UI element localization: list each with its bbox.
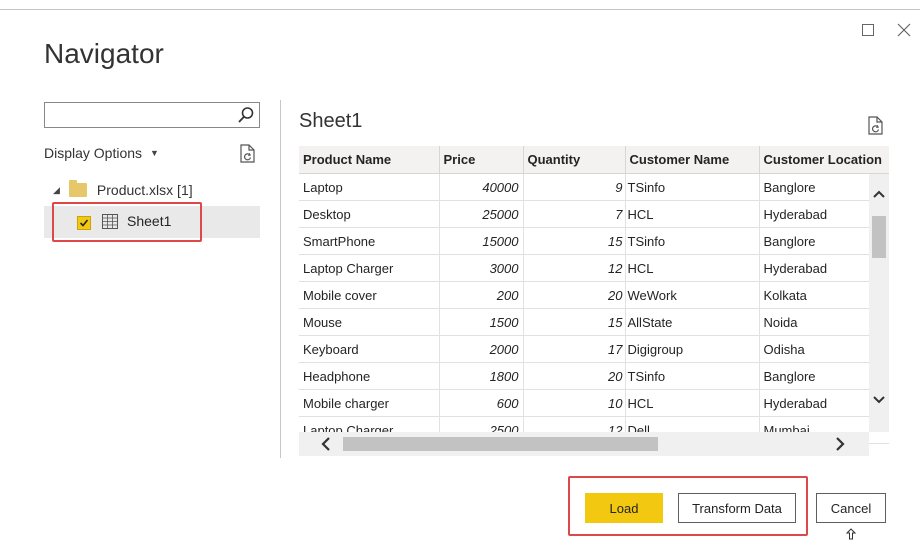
vertical-scrollbar[interactable] bbox=[869, 174, 889, 432]
table-row: Laptop Charger 3000 12 HCL Hyderabad bbox=[299, 254, 889, 282]
table-cell: 17 bbox=[523, 335, 626, 363]
table-header-row: Product Name Price Quantity Customer Nam… bbox=[299, 146, 889, 174]
table-cell: 10 bbox=[523, 389, 626, 417]
table-row: Headphone 1800 20 TSinfo Banglore bbox=[299, 362, 889, 390]
table-cell: 25000 bbox=[439, 200, 524, 228]
preview-table: Product Name Price Quantity Customer Nam… bbox=[299, 146, 889, 444]
horizontal-scrollbar[interactable] bbox=[299, 432, 869, 456]
table-cell: TSinfo bbox=[625, 173, 760, 201]
column-header: Price bbox=[439, 146, 524, 174]
tree-item-sheet1[interactable]: Sheet1 bbox=[44, 206, 260, 238]
refresh-preview-icon[interactable] bbox=[867, 116, 885, 136]
table-row: Mobile cover 200 20 WeWork Kolkata bbox=[299, 281, 889, 309]
horizontal-scroll-thumb[interactable] bbox=[343, 437, 658, 451]
table-row: Mobile charger 600 10 HCL Hyderabad bbox=[299, 389, 889, 417]
preview-table-container[interactable]: Product Name Price Quantity Customer Nam… bbox=[299, 146, 889, 458]
table-cell: 12 bbox=[523, 254, 626, 282]
table-cell: 15 bbox=[523, 227, 626, 255]
table-cell: HCL bbox=[625, 200, 760, 228]
panel-divider bbox=[280, 100, 281, 458]
tree-root-workbook[interactable]: ◢ Product.xlsx [1] bbox=[53, 180, 193, 198]
chevron-down-icon: ▼ bbox=[150, 148, 159, 158]
mouse-cursor-icon bbox=[846, 528, 856, 540]
table-row: Desktop 25000 7 HCL Hyderabad bbox=[299, 200, 889, 228]
table-cell: 1800 bbox=[439, 362, 524, 390]
table-cell: HCL bbox=[625, 389, 760, 417]
sheet1-checkbox[interactable] bbox=[77, 216, 91, 230]
table-cell: 20 bbox=[523, 281, 626, 309]
scroll-up-icon[interactable] bbox=[873, 190, 885, 198]
table-cell: Mobile charger bbox=[299, 389, 440, 417]
table-cell: Headphone bbox=[299, 362, 440, 390]
tree-item-label: Sheet1 bbox=[127, 213, 172, 229]
column-header: Customer Name bbox=[625, 146, 760, 174]
table-cell: 40000 bbox=[439, 173, 524, 201]
table-row: SmartPhone 15000 15 TSinfo Banglore bbox=[299, 227, 889, 255]
table-cell: Desktop bbox=[299, 200, 440, 228]
table-cell: Digigroup bbox=[625, 335, 760, 363]
column-header: Quantity bbox=[523, 146, 626, 174]
table-cell: Laptop bbox=[299, 173, 440, 201]
display-options-label: Display Options bbox=[44, 145, 143, 161]
cancel-button[interactable]: Cancel bbox=[816, 493, 886, 523]
table-row: Keyboard 2000 17 Digigroup Odisha bbox=[299, 335, 889, 363]
table-cell: 15 bbox=[523, 308, 626, 336]
table-cell: 3000 bbox=[439, 254, 524, 282]
table-row: Mouse 1500 15 AllState Noida bbox=[299, 308, 889, 336]
table-cell: TSinfo bbox=[625, 227, 760, 255]
table-cell: Mobile cover bbox=[299, 281, 440, 309]
preview-title: Sheet1 bbox=[299, 110, 363, 132]
search-input[interactable] bbox=[51, 104, 235, 128]
table-cell: Laptop Charger bbox=[299, 254, 440, 282]
scroll-left-icon[interactable] bbox=[321, 437, 331, 451]
search-box[interactable] bbox=[44, 102, 260, 128]
table-cell: 1500 bbox=[439, 308, 524, 336]
table-cell: 200 bbox=[439, 281, 524, 309]
refresh-icon[interactable] bbox=[239, 144, 257, 164]
tree-root-label: Product.xlsx [1] bbox=[96, 182, 193, 198]
folder-icon bbox=[68, 180, 87, 197]
display-options-dropdown[interactable]: Display Options ▼ bbox=[44, 145, 159, 161]
transform-data-button[interactable]: Transform Data bbox=[678, 493, 796, 523]
table-cell: Keyboard bbox=[299, 335, 440, 363]
table-cell: 20 bbox=[523, 362, 626, 390]
table-cell: AllState bbox=[625, 308, 760, 336]
window-top-border bbox=[0, 9, 920, 10]
maximize-icon bbox=[862, 24, 874, 36]
column-header: Customer Location bbox=[759, 146, 889, 174]
table-cell: 600 bbox=[439, 389, 524, 417]
table-cell: WeWork bbox=[625, 281, 760, 309]
table-cell: 7 bbox=[523, 200, 626, 228]
search-icon[interactable] bbox=[237, 106, 255, 124]
checkmark-icon bbox=[79, 219, 89, 227]
scroll-down-icon[interactable] bbox=[873, 396, 885, 404]
load-button[interactable]: Load bbox=[585, 493, 663, 523]
table-cell: 2000 bbox=[439, 335, 524, 363]
table-row: Laptop 40000 9 TSinfo Banglore bbox=[299, 173, 889, 201]
table-cell: TSinfo bbox=[625, 362, 760, 390]
table-cell: 15000 bbox=[439, 227, 524, 255]
table-icon bbox=[102, 214, 118, 229]
vertical-scroll-thumb[interactable] bbox=[872, 216, 886, 258]
column-header: Product Name bbox=[299, 146, 440, 174]
scroll-right-icon[interactable] bbox=[835, 437, 845, 451]
table-cell: SmartPhone bbox=[299, 227, 440, 255]
maximize-button[interactable] bbox=[860, 22, 878, 40]
collapse-caret-icon[interactable]: ◢ bbox=[53, 185, 60, 196]
table-cell: HCL bbox=[625, 254, 760, 282]
close-button[interactable] bbox=[896, 22, 914, 40]
table-cell: 9 bbox=[523, 173, 626, 201]
close-icon bbox=[897, 23, 911, 37]
table-cell: Mouse bbox=[299, 308, 440, 336]
dialog-title: Navigator bbox=[44, 38, 164, 69]
